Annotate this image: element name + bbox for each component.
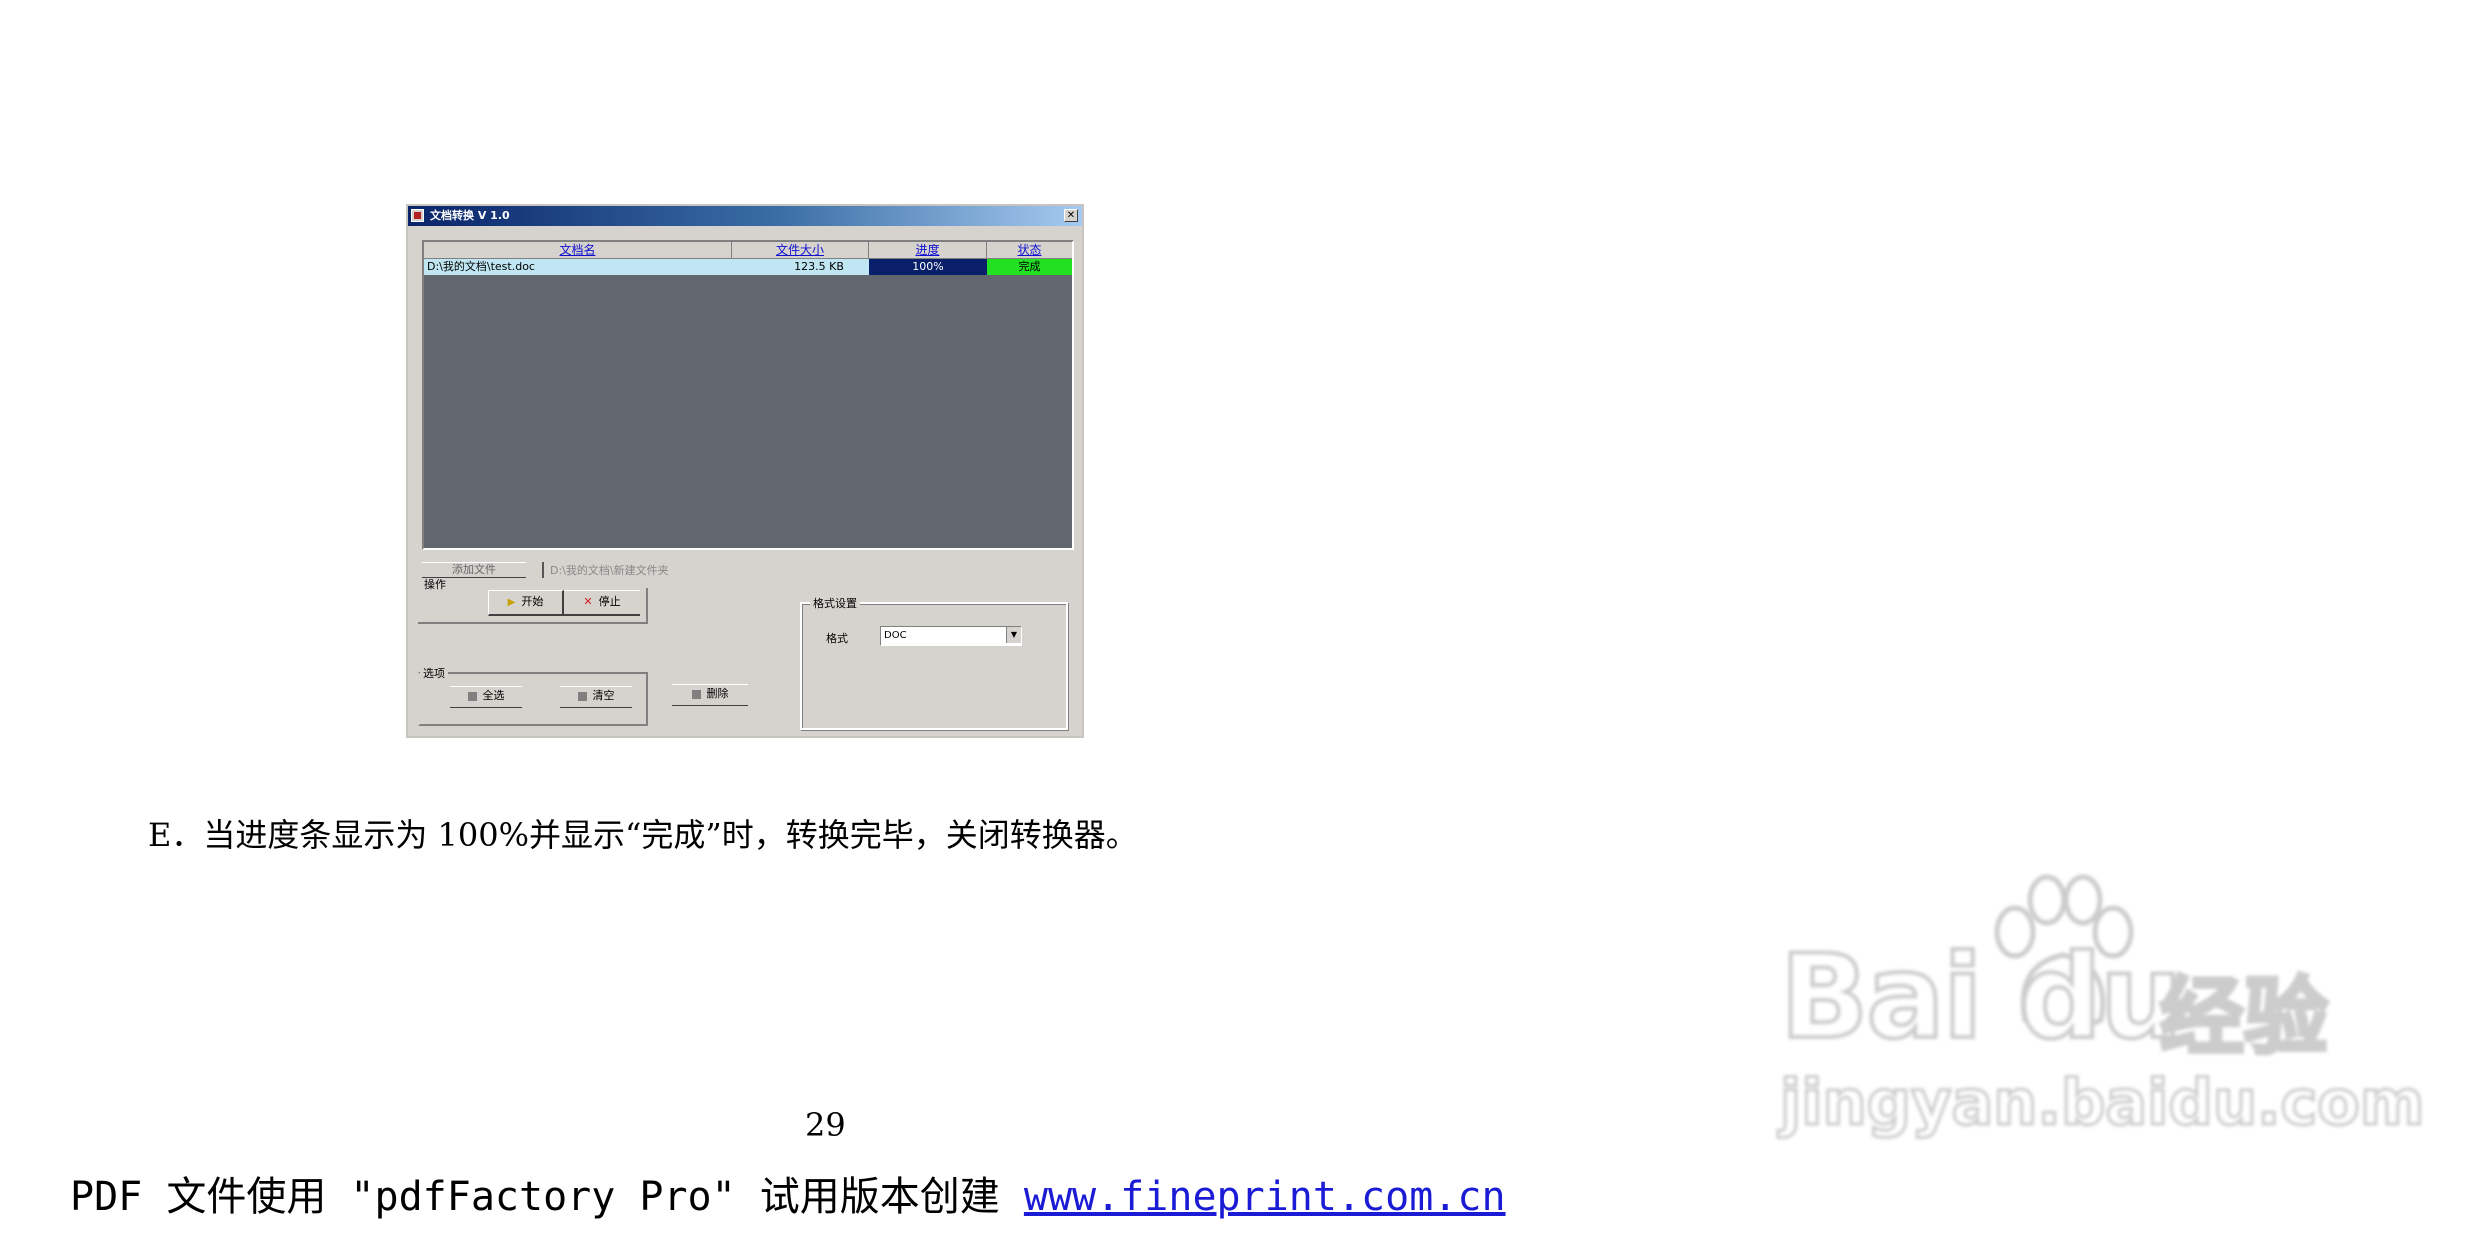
- watermark-cn: 经验: [2158, 966, 2330, 1068]
- select-all-button: 全选: [450, 686, 522, 708]
- cell-filename: D:\我的文档\test.doc: [424, 259, 769, 275]
- square-icon: [467, 691, 477, 701]
- column-header-size: 文件大小: [732, 242, 869, 258]
- operation-group: 操作 开始 停止: [418, 578, 648, 624]
- clear-button: 清空: [560, 686, 632, 708]
- app-icon: [411, 209, 424, 222]
- footer-text: PDF 文件使用 "pdfFactory Pro" 试用版本创建: [70, 1174, 1024, 1220]
- file-list: 文档名 文件大小 进度 状态 D:\我的文档\test.doc 123.5 KB…: [422, 240, 1074, 550]
- column-header-progress: 进度: [869, 242, 987, 258]
- format-select-value: DOC: [884, 630, 907, 641]
- square-icon: [577, 691, 587, 701]
- list-item: D:\我的文档\test.doc 123.5 KB 100% 完成: [424, 259, 1072, 275]
- cell-size: 123.5 KB: [769, 259, 869, 275]
- list-header: 文档名 文件大小 进度 状态: [424, 242, 1072, 259]
- instruction-paragraph: E．当进度条显示为 100%并显示“完成”时，转换完毕，关闭转换器。: [148, 816, 1138, 854]
- format-label: 格式: [826, 632, 848, 645]
- path-label: D:\我的文档\新建文件夹: [542, 562, 669, 578]
- footer-link[interactable]: www.fineprint.com.cn: [1024, 1174, 1506, 1220]
- start-button: 开始: [488, 590, 564, 616]
- converter-window-screenshot: 文档转换 V 1.0 ✕ 文档名 文件大小 进度 状态 D:\我的文档\test…: [406, 204, 1084, 738]
- close-icon: ✕: [1064, 209, 1078, 222]
- window-title: 文档转换 V 1.0: [430, 209, 510, 222]
- pdf-footer: PDF 文件使用 "pdfFactory Pro" 试用版本创建 www.fin…: [70, 1164, 1506, 1222]
- delete-label: 删除: [706, 687, 729, 700]
- format-group: 格式设置 格式 DOC ▼: [800, 595, 1068, 730]
- cell-status: 完成: [987, 259, 1072, 275]
- chevron-down-icon: ▼: [1006, 627, 1021, 643]
- square-icon: [691, 689, 701, 699]
- operation-group-title: 操作: [424, 578, 446, 591]
- stop-button: 停止: [564, 590, 640, 616]
- watermark-brand: Bai du: [1778, 928, 2184, 1067]
- watermark-url: jingyan.baidu.com: [1778, 1065, 2425, 1141]
- page-number: 29: [805, 1106, 846, 1144]
- clear-label: 清空: [592, 689, 615, 702]
- cell-progress: 100%: [869, 259, 987, 275]
- column-header-status: 状态: [1017, 243, 1042, 257]
- delete-button: 删除: [672, 684, 748, 706]
- format-select: DOC ▼: [880, 626, 1022, 646]
- format-group-title: 格式设置: [810, 595, 860, 611]
- window-titlebar: 文档转换 V 1.0 ✕: [408, 206, 1082, 226]
- select-all-label: 全选: [482, 689, 505, 702]
- baidu-jingyan-watermark: Bai du 经验 jingyan.baidu.com: [1778, 870, 2426, 1170]
- options-group-title: 选项: [420, 665, 448, 681]
- options-group: 选项 全选 清空: [418, 665, 648, 726]
- column-header-filename: 文档名: [424, 242, 732, 258]
